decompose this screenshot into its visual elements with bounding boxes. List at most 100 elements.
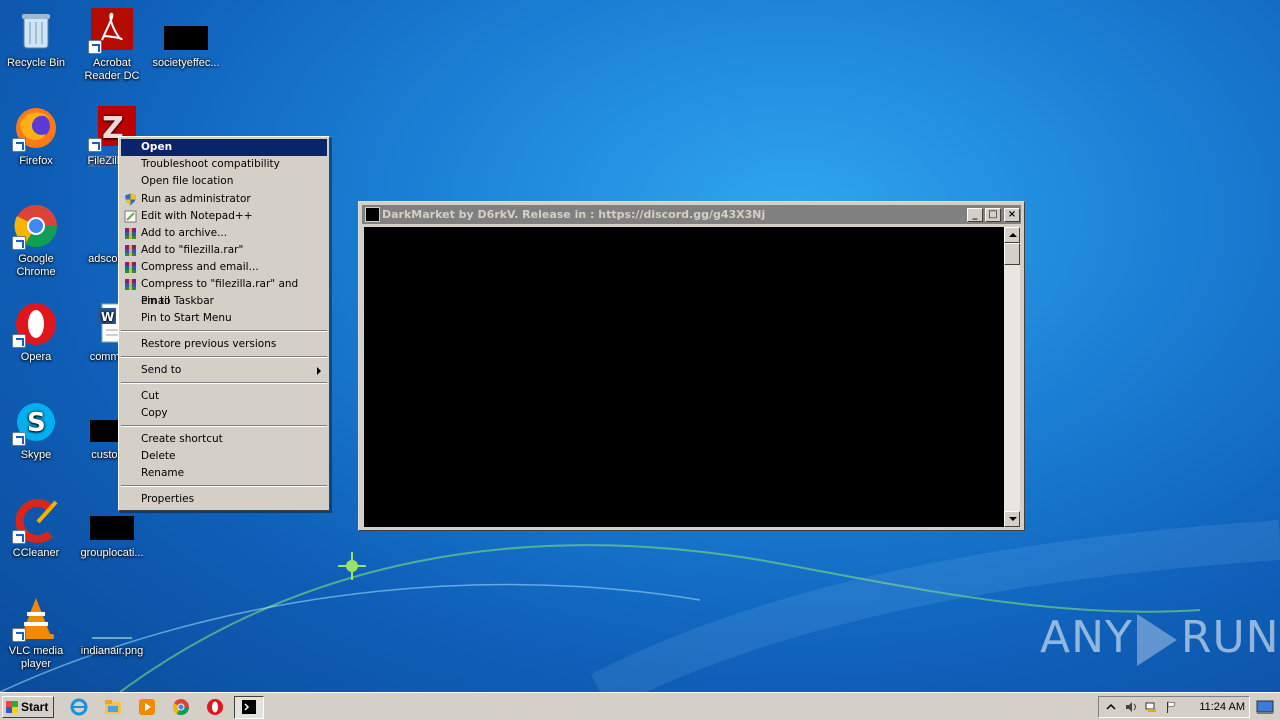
menu-item-edit-notepadpp[interactable]: Edit with Notepad++ — [121, 208, 327, 225]
scroll-down-button[interactable] — [1004, 511, 1020, 527]
winrar-icon — [125, 228, 136, 239]
menu-item-delete[interactable]: Delete — [121, 448, 327, 465]
taskbar-console-button[interactable] — [234, 696, 264, 719]
menu-separator — [121, 425, 327, 427]
console-window[interactable]: DarkMarket by D6rkV. Release in : https:… — [358, 201, 1025, 531]
menu-item-label: Compress and email... — [141, 261, 259, 273]
vlc-icon — [12, 594, 60, 642]
shortcut-arrow-icon — [12, 334, 26, 348]
chevron-up-icon[interactable] — [1105, 701, 1117, 713]
opera-icon — [12, 300, 60, 348]
menu-item-pin-to-taskbar[interactable]: Pin to Taskbar — [121, 293, 327, 310]
context-menu: Open Troubleshoot compatibility Open fil… — [118, 136, 330, 511]
menu-item-label: Run as administrator — [141, 193, 251, 205]
shortcut-arrow-icon — [12, 236, 26, 250]
menu-item-open-file-location[interactable]: Open file location — [121, 173, 327, 190]
taskbar: Start 11:24 AM — [0, 692, 1280, 720]
arrow-up-icon — [1009, 233, 1017, 237]
vertical-scrollbar[interactable] — [1004, 227, 1020, 527]
menu-item-copy[interactable]: Copy — [121, 405, 327, 422]
desktop-icon-indianair[interactable]: indianair.png — [76, 594, 148, 658]
desktop-icon-acrobat[interactable]: Acrobat Reader DC — [76, 6, 148, 83]
opera-icon[interactable] — [206, 698, 224, 716]
action-center-flag-icon[interactable] — [1165, 701, 1177, 713]
volume-icon[interactable] — [1125, 701, 1137, 713]
minimize-button[interactable]: _ — [967, 208, 983, 222]
scroll-thumb[interactable] — [1004, 243, 1020, 265]
desktop-icon-vlc[interactable]: VLC media player — [0, 594, 72, 671]
menu-item-compress-to-rar-email[interactable]: Compress to "filezilla.rar" and email — [121, 276, 327, 307]
menu-item-label: Send to — [141, 364, 182, 376]
desktop-icon-firefox[interactable]: Firefox — [0, 104, 72, 168]
menu-item-rename[interactable]: Rename — [121, 465, 327, 482]
skype-icon: S — [12, 398, 60, 446]
shortcut-arrow-icon — [12, 138, 26, 152]
submenu-arrow-icon — [317, 367, 321, 375]
menu-item-run-as-admin[interactable]: Run as administrator — [121, 191, 327, 208]
menu-item-send-to[interactable]: Send to — [121, 362, 327, 379]
desktop-icon-skype[interactable]: S Skype — [0, 398, 72, 462]
desktop-icon-recycle-bin[interactable]: Recycle Bin — [0, 6, 72, 70]
desktop-icon-label: Google Chrome — [16, 253, 56, 278]
menu-item-label: Properties — [141, 493, 195, 505]
system-tray: 11:24 AM — [1098, 696, 1250, 718]
watermark-left: ANY — [1040, 612, 1133, 663]
watermark-right: RUN — [1180, 612, 1280, 663]
windows-flag-icon — [6, 701, 18, 713]
close-button[interactable]: × — [1004, 208, 1020, 222]
window-titlebar[interactable]: DarkMarket by D6rkV. Release in : https:… — [362, 205, 1021, 224]
menu-item-cut[interactable]: Cut — [121, 388, 327, 405]
menu-item-open[interactable]: Open — [121, 139, 327, 156]
menu-item-label: Pin to Taskbar — [141, 295, 214, 307]
clock[interactable]: 11:24 AM — [1199, 697, 1245, 717]
menu-item-troubleshoot[interactable]: Troubleshoot compatibility — [121, 156, 327, 173]
menu-item-properties[interactable]: Properties — [121, 491, 327, 508]
ccleaner-icon — [12, 496, 60, 544]
start-button[interactable]: Start — [2, 696, 54, 718]
menu-item-label: Delete — [141, 450, 176, 462]
uac-shield-icon — [125, 193, 136, 206]
shortcut-arrow-icon — [88, 138, 102, 152]
shortcut-arrow-icon — [12, 628, 26, 642]
desktop-icon-chrome[interactable]: Google Chrome — [0, 202, 72, 279]
play-icon — [1136, 614, 1177, 666]
desktop-icon-label: VLC media player — [8, 645, 64, 670]
start-label: Start — [21, 700, 49, 714]
show-desktop-icon[interactable] — [1254, 697, 1276, 717]
menu-item-label: Restore previous versions — [141, 338, 277, 350]
menu-item-pin-to-start[interactable]: Pin to Start Menu — [121, 310, 327, 327]
desktop-icon-ccleaner[interactable]: CCleaner — [0, 496, 72, 560]
network-icon[interactable] — [1145, 701, 1157, 713]
menu-item-compress-and-email[interactable]: Compress and email... — [121, 259, 327, 276]
explorer-folder-icon[interactable] — [104, 698, 122, 716]
anyrun-watermark: ANY RUN — [1040, 612, 1280, 666]
internet-explorer-icon[interactable] — [70, 698, 88, 716]
svg-text:W: W — [101, 310, 114, 324]
console-output[interactable] — [364, 227, 1004, 527]
notepadpp-icon — [124, 210, 137, 223]
menu-item-label: Copy — [141, 407, 168, 419]
winrar-icon — [125, 245, 136, 256]
desktop-icon-label: Skype — [20, 449, 52, 461]
black-thumbnail-icon — [162, 6, 210, 54]
desktop-icon-societyeffec[interactable]: societyeffec... — [150, 6, 222, 70]
desktop-icon-label: CCleaner — [12, 547, 60, 559]
menu-item-label: Add to "filezilla.rar" — [141, 244, 244, 256]
menu-item-restore-previous[interactable]: Restore previous versions — [121, 336, 327, 353]
desktop-icon-label: indianair.png — [80, 645, 144, 657]
desktop-icon-label: grouplocati... — [80, 547, 144, 559]
desktop-icon-opera[interactable]: Opera — [0, 300, 72, 364]
desktop-icon-label: Firefox — [19, 155, 53, 167]
winrar-icon — [125, 279, 136, 290]
maximize-button[interactable]: □ — [985, 208, 1001, 222]
recycle-bin-icon — [12, 6, 60, 54]
menu-item-add-to-filezilla-rar[interactable]: Add to "filezilla.rar" — [121, 242, 327, 259]
chrome-icon[interactable] — [172, 698, 190, 716]
scroll-up-button[interactable] — [1004, 227, 1020, 243]
menu-item-add-to-archive[interactable]: Add to archive... — [121, 225, 327, 242]
image-file-icon — [88, 594, 136, 642]
media-player-icon[interactable] — [138, 698, 156, 716]
menu-item-label: Create shortcut — [141, 433, 223, 445]
menu-separator — [121, 330, 327, 332]
menu-item-create-shortcut[interactable]: Create shortcut — [121, 431, 327, 448]
